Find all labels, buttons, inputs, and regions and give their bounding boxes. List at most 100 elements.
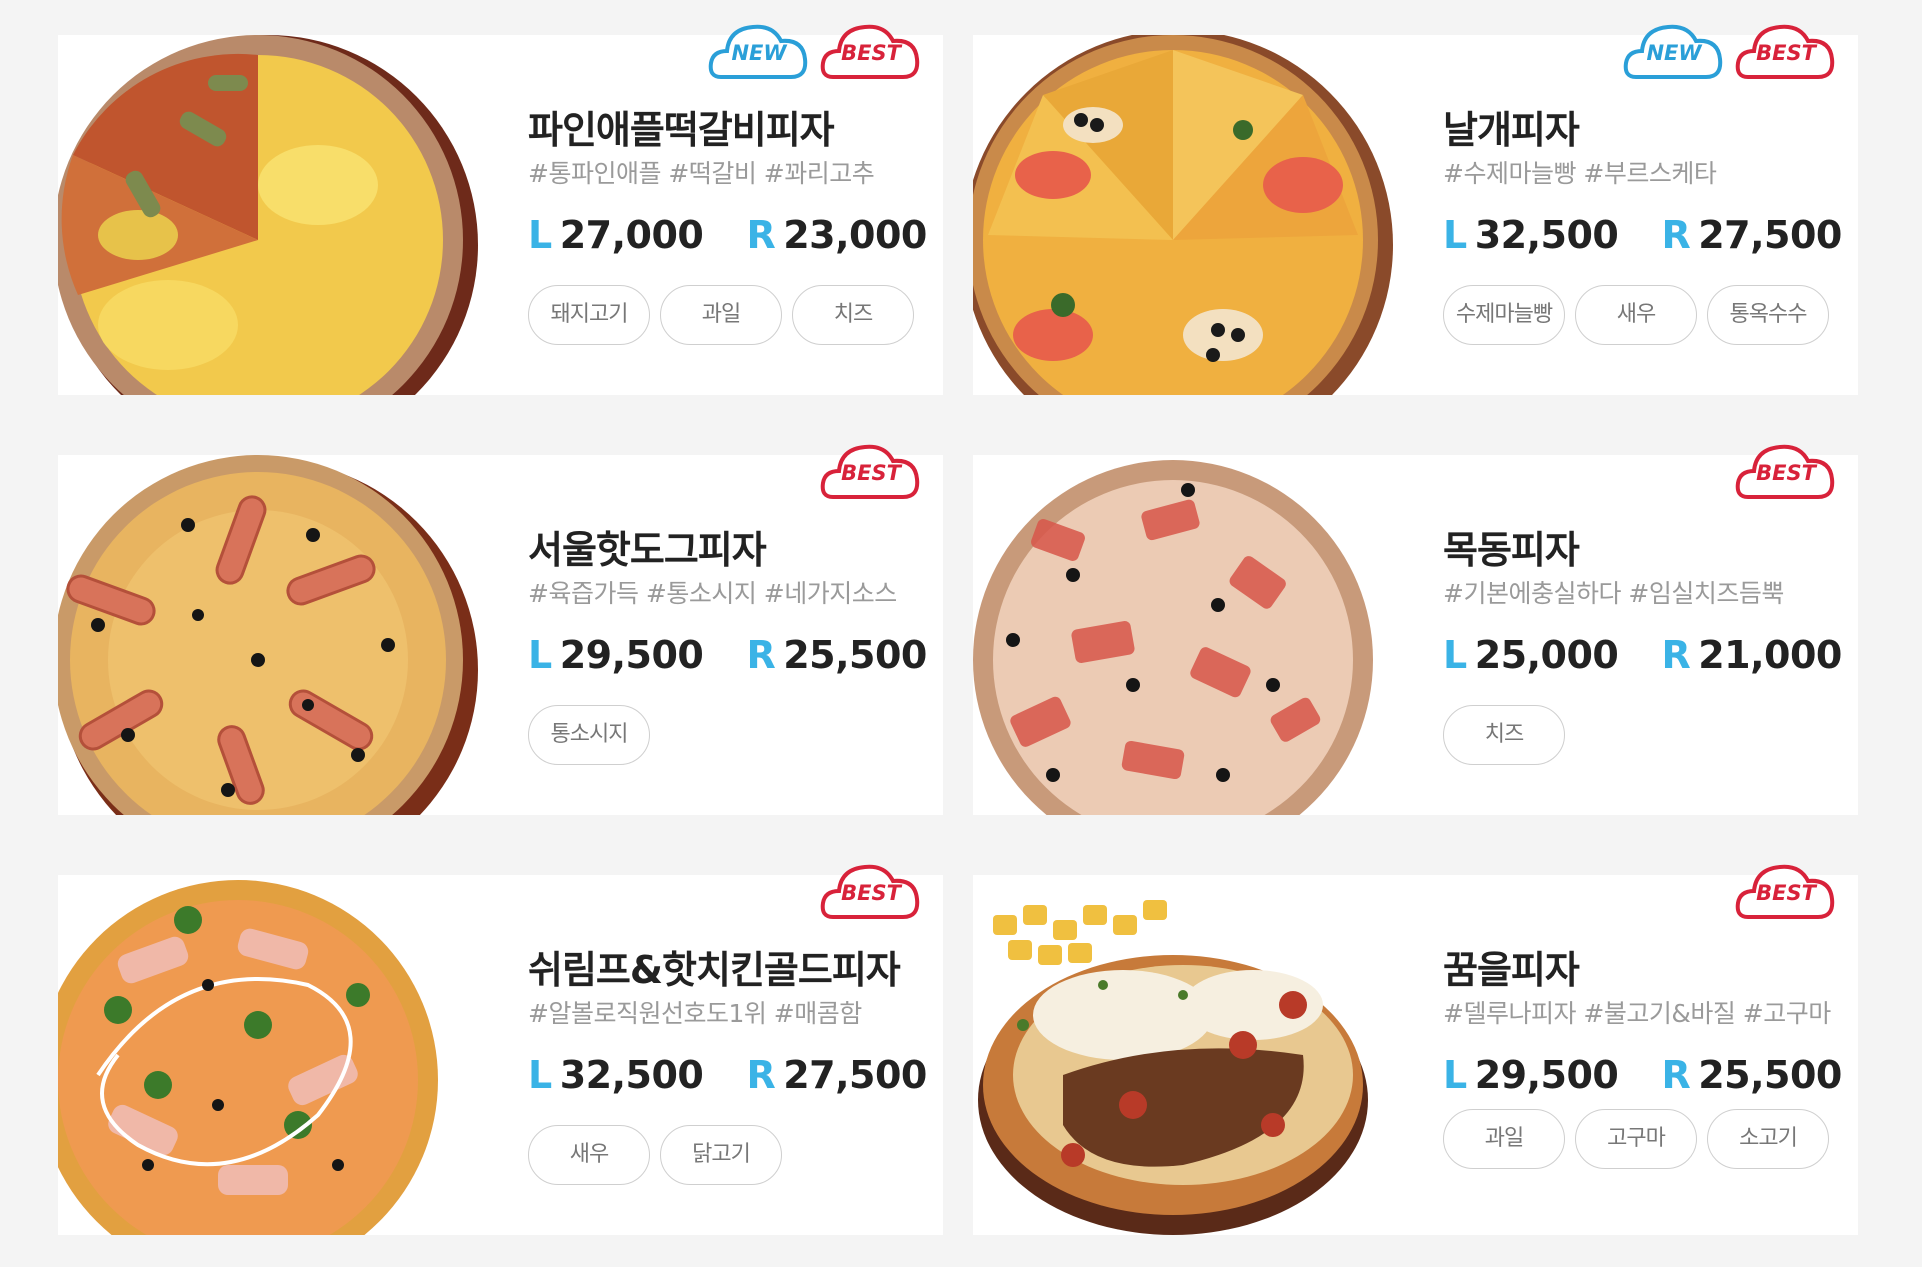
- topping-chip[interactable]: 치즈: [792, 285, 914, 345]
- price-regular-value: 27,500: [783, 1053, 927, 1097]
- badge-group: BEST: [1726, 855, 1838, 927]
- topping-chip[interactable]: 통옥수수: [1707, 285, 1829, 345]
- size-large-label: L: [1443, 1053, 1467, 1097]
- topping-chips: 과일 고구마 소고기: [1443, 1109, 1839, 1169]
- size-regular-label: R: [746, 1053, 776, 1097]
- pizza-card[interactable]: NEW BEST 날개피자 #수제마늘빵 #부르스케타 L 32,500 R 27,…: [973, 24, 1858, 395]
- hotdog-pizza-image[interactable]: [58, 455, 498, 815]
- pineapple-pizza-image[interactable]: [58, 35, 498, 395]
- pizza-info: 날개피자 #수제마늘빵 #부르스케타 L 32,500 R 27,500: [1443, 105, 1843, 259]
- pizza-card[interactable]: BEST 꿈을피자 #델루나피자 #불고기&바질 #고구마 L 29,500 R2…: [973, 864, 1858, 1235]
- pizza-name[interactable]: 서울핫도그피자: [528, 525, 928, 575]
- badge-group: BEST: [811, 855, 923, 927]
- pizza-card[interactable]: BEST 목동피자 #기본에충실하다 #임실치즈듬뿍 L 25,000 R 21,0…: [973, 444, 1858, 815]
- pizza-card[interactable]: BEST 쉬림프&핫치킨골드피자 #알볼로직원선호도1위 #매콤함 L 32,50…: [58, 864, 943, 1235]
- new-badge: NEW: [707, 15, 811, 87]
- price-regular-value: 23,000: [783, 213, 927, 257]
- topping-chip[interactable]: 새우: [528, 1125, 650, 1185]
- price-regular-value: 21,000: [1698, 633, 1842, 677]
- pizza-tags: #수제마늘빵 #부르스케타: [1443, 159, 1717, 188]
- pizza-name[interactable]: 파인애플떡갈비피자: [528, 105, 928, 155]
- price-regular: R 23,000: [746, 213, 927, 257]
- best-badge: BEST: [1734, 855, 1838, 927]
- shrimp-chicken-pizza-image[interactable]: [58, 875, 498, 1235]
- pizza-info: 쉬림프&핫치킨골드피자 #알볼로직원선호도1위 #매콤함 L 32,500 R 27…: [528, 945, 928, 1099]
- price-large: L 32,500: [528, 1053, 704, 1097]
- best-badge: BEST: [819, 15, 923, 87]
- pizza-tags: #기본에충실하다 #임실치즈듬뿍: [1443, 579, 1784, 608]
- price-regular: R 27,500: [746, 1053, 927, 1097]
- size-regular-label: R: [1661, 633, 1691, 677]
- topping-chip[interactable]: 닭고기: [660, 1125, 782, 1185]
- price-large: L 29,500: [528, 633, 704, 677]
- topping-chip[interactable]: 새우: [1575, 285, 1697, 345]
- price-row: L 29,500 R 25,500: [528, 633, 928, 679]
- badge-group: BEST: [1726, 435, 1838, 507]
- size-regular-label: R: [1661, 213, 1691, 257]
- price-row: L 27,000 R 23,000: [528, 213, 928, 259]
- pizza-tags: #델루나피자 #불고기&바질 #고구마: [1443, 999, 1831, 1028]
- price-regular: R 25,500: [1661, 1053, 1842, 1097]
- badge-group: NEW BEST: [1614, 15, 1838, 87]
- dream-pizza-image[interactable]: [973, 875, 1413, 1235]
- pizza-info: 파인애플떡갈비피자 #통파인애플 #떡갈비 #꽈리고추 L 27,000 R 23,…: [528, 105, 928, 259]
- price-row: L 25,000 R 21,000: [1443, 633, 1843, 679]
- price-large-value: 29,500: [1474, 1053, 1619, 1097]
- topping-chip[interactable]: 과일: [1443, 1109, 1565, 1169]
- topping-chip[interactable]: 돼지고기: [528, 285, 650, 345]
- badge-group: NEW BEST: [699, 15, 923, 87]
- price-row: L 29,500 R 25,500: [1443, 1053, 1843, 1099]
- size-large-label: L: [528, 633, 552, 677]
- size-large-label: L: [1443, 633, 1467, 677]
- topping-chip[interactable]: 수제마늘빵: [1443, 285, 1565, 345]
- new-badge: NEW: [1622, 15, 1726, 87]
- wing-pizza-image[interactable]: [973, 35, 1413, 395]
- price-large-value: 32,500: [559, 1053, 704, 1097]
- pizza-tags: #알볼로직원선호도1위 #매콤함: [528, 999, 862, 1028]
- pizza-name[interactable]: 목동피자: [1443, 525, 1843, 575]
- price-regular: R 21,000: [1661, 633, 1842, 677]
- topping-chips: 통소시지: [528, 705, 660, 765]
- topping-chip[interactable]: 과일: [660, 285, 782, 345]
- price-large: L 32,500: [1443, 213, 1619, 257]
- pizza-card[interactable]: BEST 서울핫도그피자 #육즙가득 #통소시지 #네가지소스 L 29,500 …: [58, 444, 943, 815]
- price-large-value: 27,000: [559, 213, 704, 257]
- topping-chips: 수제마늘빵 새우 통옥수수: [1443, 285, 1839, 345]
- badge-group: BEST: [811, 435, 923, 507]
- price-large-value: 25,000: [1474, 633, 1619, 677]
- price-large-value: 29,500: [559, 633, 704, 677]
- size-regular-label: R: [746, 213, 776, 257]
- price-row: L 32,500 R 27,500: [528, 1053, 928, 1099]
- pizza-info: 꿈을피자 #델루나피자 #불고기&바질 #고구마 L 29,500 R 25,500: [1443, 945, 1843, 1099]
- pizza-name[interactable]: 쉬림프&핫치킨골드피자: [528, 945, 928, 995]
- price-large: L 29,500: [1443, 1053, 1619, 1097]
- topping-chips: 새우 닭고기: [528, 1125, 792, 1185]
- price-large-value: 32,500: [1474, 213, 1619, 257]
- size-large-label: L: [528, 1053, 552, 1097]
- size-regular-label: R: [746, 633, 776, 677]
- best-badge: BEST: [1734, 435, 1838, 507]
- topping-chip[interactable]: 치즈: [1443, 705, 1565, 765]
- pizza-name[interactable]: 날개피자: [1443, 105, 1843, 155]
- pizza-tags: #육즙가득 #통소시지 #네가지소스: [528, 579, 897, 608]
- size-large-label: L: [528, 213, 552, 257]
- best-badge: BEST: [819, 855, 923, 927]
- mokdong-pizza-image[interactable]: [973, 455, 1413, 815]
- topping-chips: 돼지고기 과일 치즈: [528, 285, 924, 345]
- topping-chip[interactable]: 통소시지: [528, 705, 650, 765]
- topping-chip[interactable]: 고구마: [1575, 1109, 1697, 1169]
- topping-chips: 치즈: [1443, 705, 1575, 765]
- pizza-info: 서울핫도그피자 #육즙가득 #통소시지 #네가지소스 L 29,500 R 25,5…: [528, 525, 928, 679]
- price-large: L 27,000: [528, 213, 704, 257]
- best-badge: BEST: [819, 435, 923, 507]
- size-large-label: L: [1443, 213, 1467, 257]
- topping-chip[interactable]: 소고기: [1707, 1109, 1829, 1169]
- pizza-card[interactable]: NEW BEST 파인애플떡갈비피자 #통파인애플 #떡갈비 #꽈리고추 L 27…: [58, 24, 943, 395]
- price-regular-value: 27,500: [1698, 213, 1842, 257]
- price-large: L 25,000: [1443, 633, 1619, 677]
- price-regular-value: 25,500: [783, 633, 927, 677]
- price-regular: R 27,500: [1661, 213, 1842, 257]
- size-regular-label: R: [1661, 1053, 1691, 1097]
- price-regular-value: 25,500: [1698, 1053, 1842, 1097]
- pizza-name[interactable]: 꿈을피자: [1443, 945, 1843, 995]
